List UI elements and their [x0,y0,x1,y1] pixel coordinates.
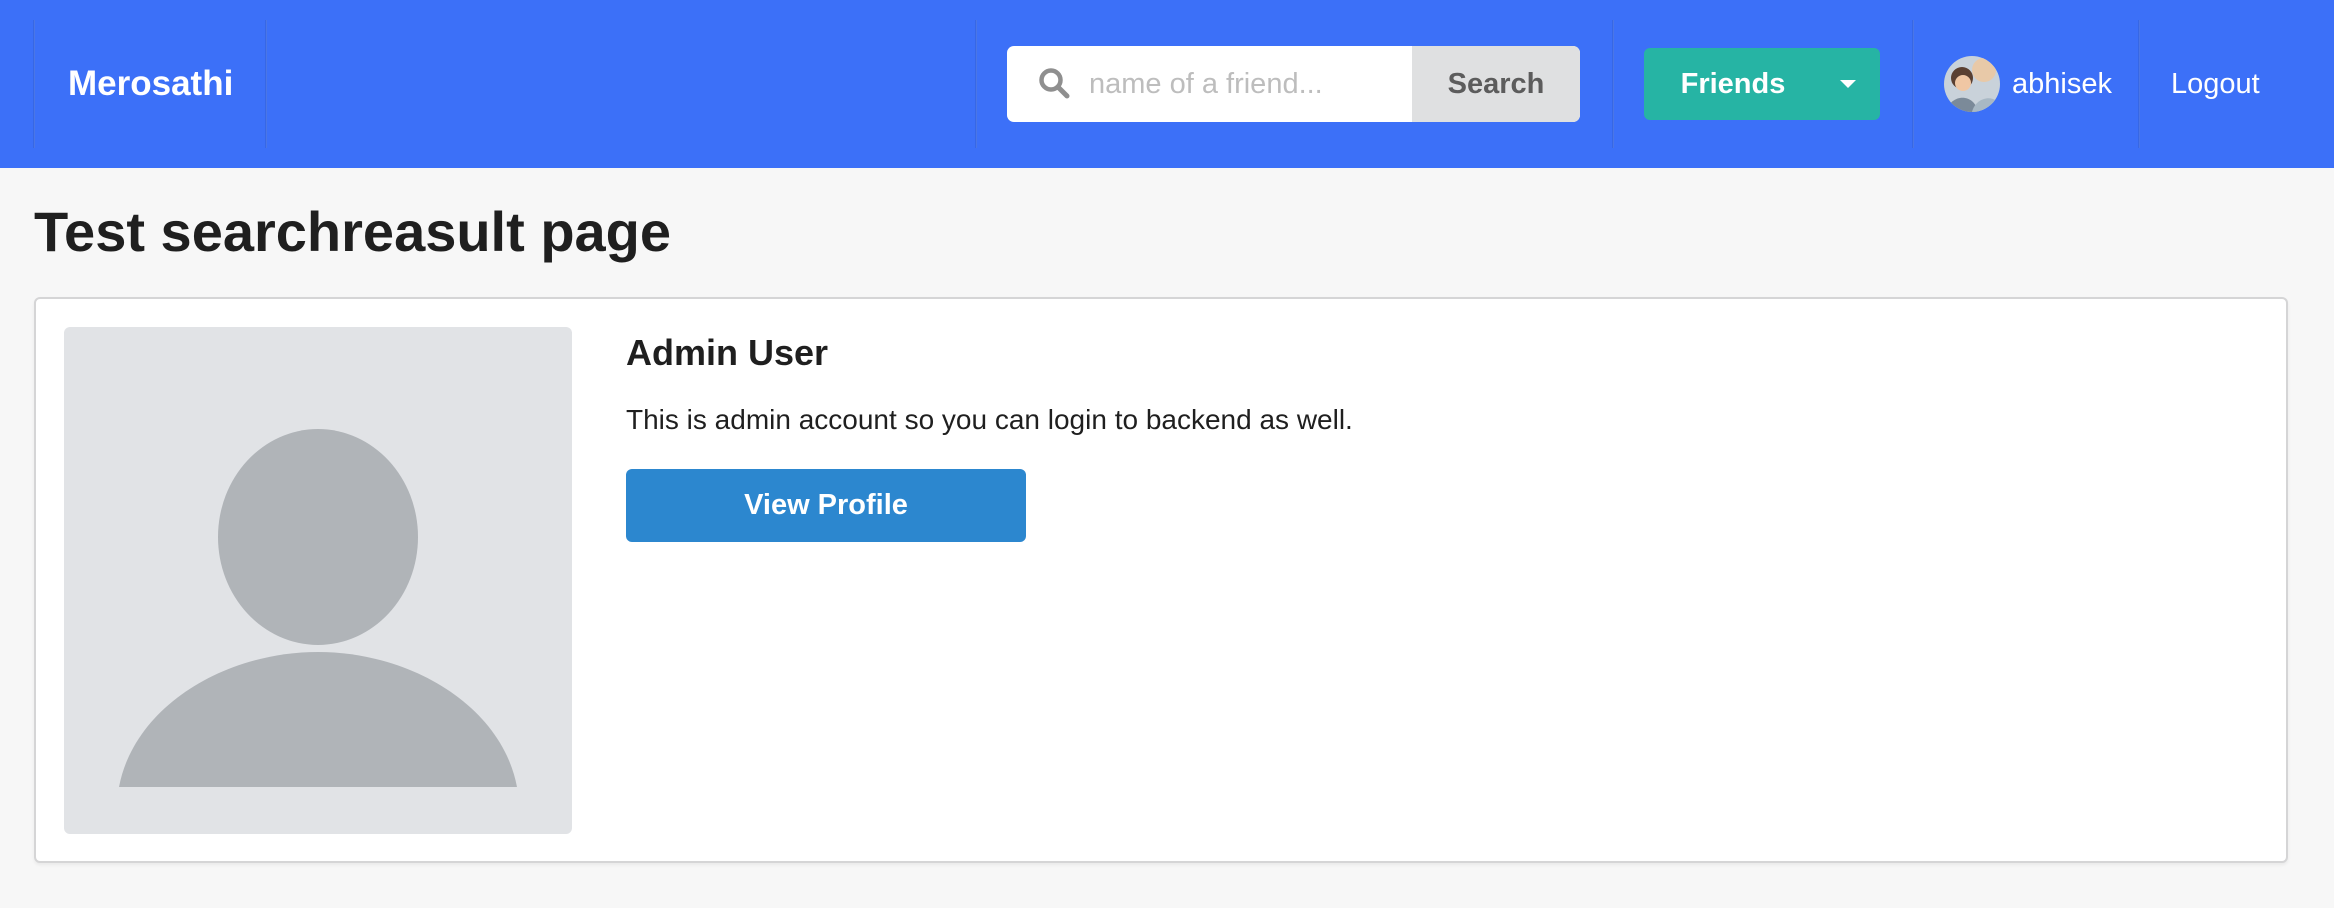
nav-divider [975,20,977,148]
friends-button-label: Friends [1680,68,1786,100]
caret-down-icon [1840,80,1856,88]
search-icon [1039,68,1070,99]
user-silhouette-icon [119,429,517,787]
result-description: This is admin account so you can login t… [626,404,1353,435]
page-title: Test searchreasult page [34,200,672,263]
search-result-card: Admin User This is admin account so you … [34,297,2288,863]
nav-divider [1912,20,1914,148]
user-avatar [1944,56,2000,112]
nav-divider [1612,20,1614,148]
search-button[interactable]: Search [1412,46,1580,122]
search-input[interactable] [1085,46,1415,122]
top-navbar: Merosathi Search Friends abhisek Logo [0,0,2334,168]
search-form: Search [1007,46,1580,122]
friends-dropdown-button[interactable]: Friends [1644,48,1880,120]
nav-divider [33,20,35,148]
logout-link[interactable]: Logout [2171,56,2260,112]
brand-logo-link[interactable]: Merosathi [68,58,233,110]
profile-image-placeholder [64,327,572,834]
nav-divider [2138,20,2140,148]
view-profile-button[interactable]: View Profile [626,469,1026,542]
username-label: abhisek [2012,68,2112,100]
nav-divider [265,20,267,148]
result-name[interactable]: Admin User [626,327,828,379]
